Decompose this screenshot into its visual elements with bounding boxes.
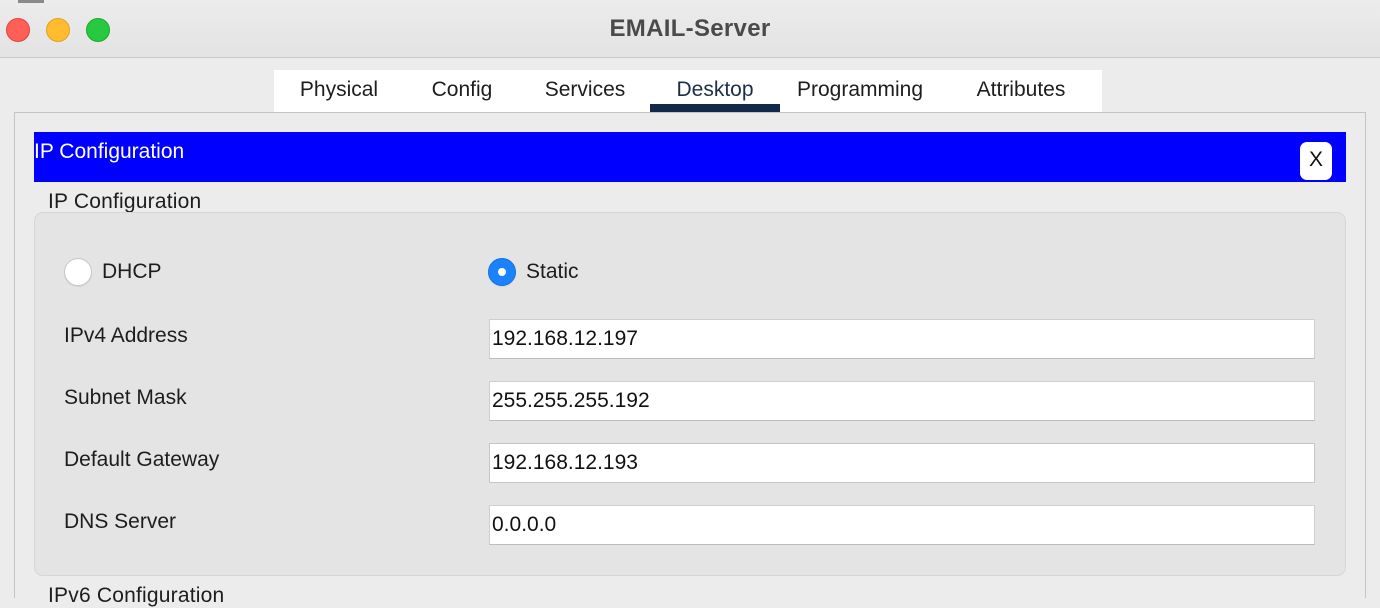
ipv6-section-title: IPv6 Configuration: [48, 584, 225, 607]
tab-config[interactable]: Config: [404, 70, 520, 112]
tab-programming[interactable]: Programming: [780, 70, 940, 112]
dns-server-input[interactable]: [489, 505, 1315, 545]
ipv4-address-input[interactable]: [489, 319, 1315, 359]
window-title: EMAIL-Server: [609, 15, 771, 42]
tab-desktop[interactable]: Desktop: [650, 70, 780, 112]
ip-config-header-title: IP Configuration: [34, 140, 185, 163]
window-titlebar: EMAIL-Server: [0, 0, 1380, 58]
static-option[interactable]: Static: [488, 258, 579, 286]
default-gateway-input[interactable]: [489, 443, 1315, 483]
close-app-button[interactable]: X: [1300, 142, 1332, 180]
subnet-mask-label: Subnet Mask: [64, 386, 187, 409]
subnet-mask-input[interactable]: [489, 381, 1315, 421]
tab-attributes[interactable]: Attributes: [940, 70, 1102, 112]
ipv4-address-label: IPv4 Address: [64, 324, 188, 347]
dns-server-label: DNS Server: [64, 510, 177, 533]
tab-services[interactable]: Services: [520, 70, 650, 112]
static-radio[interactable]: [488, 258, 516, 286]
dhcp-radio[interactable]: [64, 258, 92, 286]
titlebar-notch: [18, 0, 44, 3]
ip-config-header: IP Configuration X: [34, 132, 1346, 182]
dhcp-label: DHCP: [102, 260, 162, 283]
ipv4-section-title: IP Configuration: [48, 190, 202, 213]
static-label: Static: [526, 260, 579, 283]
default-gateway-label: Default Gateway: [64, 448, 220, 471]
dhcp-option[interactable]: DHCP: [64, 258, 162, 286]
tab-bar: Physical Config Services Desktop Program…: [274, 70, 1102, 112]
tab-physical[interactable]: Physical: [274, 70, 404, 112]
